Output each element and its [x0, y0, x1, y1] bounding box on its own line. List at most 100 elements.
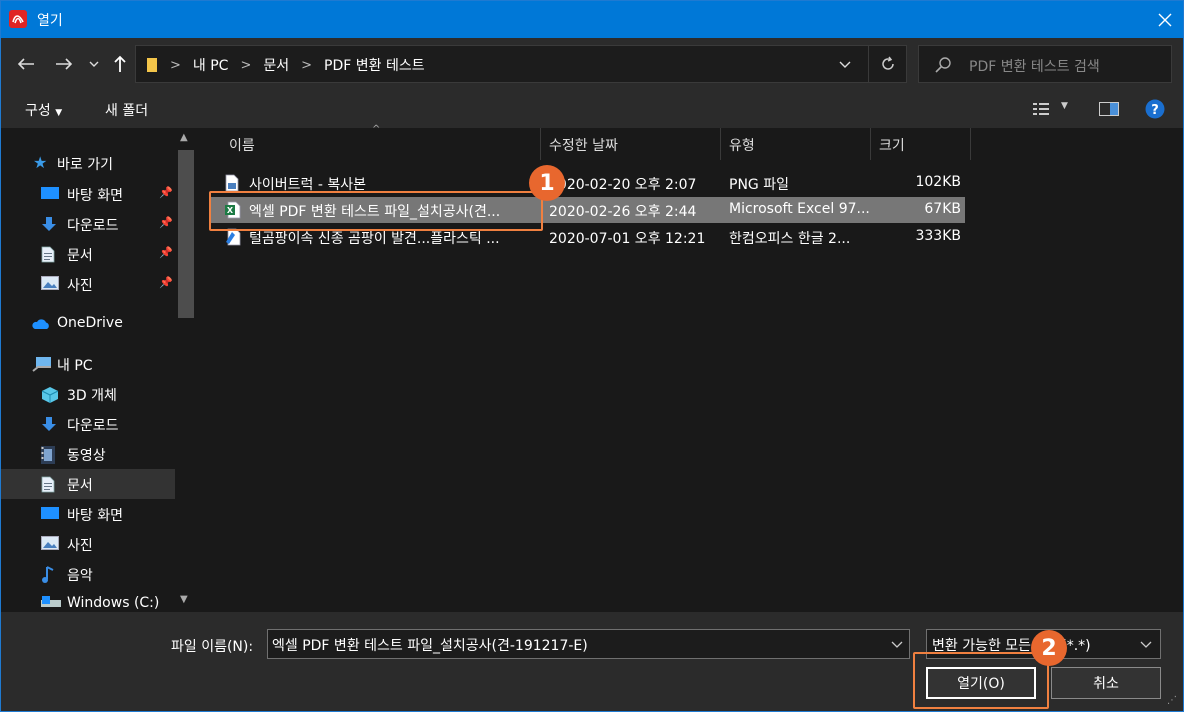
back-button[interactable]: [13, 52, 39, 76]
sidebar-item-document[interactable]: 문서: [1, 469, 175, 499]
sidebar-item-video[interactable]: 동영상: [1, 439, 175, 469]
pin-icon: 📌: [159, 216, 173, 229]
sidebar-item-label: 바로 가기: [57, 157, 113, 173]
breadcrumb-documents[interactable]: 문서: [263, 55, 289, 75]
view-options-button[interactable]: [1033, 102, 1051, 120]
breadcrumb-separator: >: [301, 57, 313, 73]
new-folder-button[interactable]: 새 폴더: [105, 100, 148, 120]
music-icon: [41, 566, 59, 583]
annotation-highlight-file: [209, 191, 543, 231]
preview-pane-button[interactable]: [1099, 102, 1119, 120]
organize-button[interactable]: 구성 ▼: [25, 100, 62, 120]
svg-text:?: ?: [1151, 103, 1159, 118]
filename-value: 엑셀 PDF 변환 테스트 파일_설치공사(견-191217-E): [272, 638, 588, 654]
star-icon: ★: [33, 153, 48, 172]
file-size: 67KB: [924, 201, 961, 217]
sidebar-item-desktop[interactable]: 바탕 화면: [1, 499, 175, 529]
pin-icon: 📌: [159, 246, 173, 259]
arrow-right-icon: [56, 58, 73, 70]
scrollbar-thumb[interactable]: [178, 150, 194, 318]
scroll-up-icon[interactable]: ▲: [180, 132, 188, 143]
details-view-icon: [1033, 103, 1049, 115]
chevron-down-icon[interactable]: [891, 636, 903, 652]
refresh-icon: [881, 56, 894, 70]
desktop-icon: [41, 186, 59, 202]
column-header-type[interactable]: 유형: [721, 128, 871, 160]
up-button[interactable]: [109, 52, 131, 76]
drive-icon: [41, 596, 61, 612]
address-history-button[interactable]: [833, 46, 857, 82]
sidebar-item-label: 다운로드: [67, 418, 119, 434]
column-header-row: ^ 이름 수정한 날짜 유형 크기: [199, 124, 1183, 160]
breadcrumb-current-folder[interactable]: PDF 변환 테스트: [324, 55, 425, 75]
sidebar-item-pictures[interactable]: 사진: [1, 529, 175, 559]
sidebar-item-drive[interactable]: Windows (C:): [1, 589, 175, 612]
breadcrumb-separator: >: [240, 57, 252, 73]
sidebar-item-document[interactable]: 문서 📌: [1, 239, 175, 269]
forward-button[interactable]: [51, 52, 77, 76]
arrow-up-icon: [114, 55, 126, 72]
sidebar-item-onedrive[interactable]: OneDrive: [1, 309, 175, 339]
sidebar-item-music[interactable]: 음악: [1, 559, 175, 589]
sidebar-item-this-pc[interactable]: 내 PC: [1, 349, 175, 379]
search-box[interactable]: PDF 변환 테스트 검색: [918, 45, 1172, 83]
search-placeholder: PDF 변환 테스트 검색: [969, 59, 1100, 75]
cancel-button[interactable]: 취소: [1051, 667, 1161, 699]
chevron-down-icon: [1140, 641, 1152, 648]
sidebar-item-3d-objects[interactable]: 3D 개체: [1, 379, 175, 409]
scroll-down-icon[interactable]: ▼: [180, 594, 188, 605]
sidebar-item-label: 문서: [67, 248, 93, 264]
command-bar: 구성 ▼ 새 폴더 ▼ ?: [1, 90, 1183, 128]
help-icon: ?: [1145, 99, 1165, 119]
sidebar-item-download[interactable]: 다운로드: [1, 409, 175, 439]
3d-objects-icon: [41, 386, 59, 403]
download-icon: [41, 216, 59, 232]
search-icon: [935, 57, 951, 73]
sidebar-item-label: 바탕 화면: [67, 188, 123, 204]
video-icon: [41, 446, 59, 464]
help-button[interactable]: ?: [1145, 99, 1165, 123]
file-type: 한컴오피스 한글 2...: [729, 231, 851, 247]
sidebar-item-label: 동영상: [67, 448, 106, 464]
annotation-badge-2: 2: [1031, 630, 1067, 666]
sidebar-item-download[interactable]: 다운로드 📌: [1, 209, 175, 239]
address-bar[interactable]: > 내 PC > 문서 > PDF 변환 테스트: [135, 45, 907, 83]
sidebar-scrollbar[interactable]: ▲ ▼: [175, 128, 197, 612]
title-bar: 열기: [1, 1, 1183, 38]
navigation-bar: > 내 PC > 문서 > PDF 변환 테스트 PDF 변환 테스트 검색: [1, 38, 1183, 90]
arrow-left-icon: [17, 58, 34, 70]
sidebar-item-label: Windows (C:): [67, 595, 160, 611]
column-header-name[interactable]: 이름: [221, 128, 541, 160]
sidebar-item-pictures[interactable]: 사진 📌: [1, 269, 175, 299]
sidebar-item-label: 바탕 화면: [67, 508, 123, 524]
sidebar-item-label: 음악: [67, 568, 93, 584]
sidebar-item-quick-access[interactable]: ★ 바로 가기: [1, 148, 175, 178]
sidebar-item-label: 다운로드: [67, 218, 119, 234]
png-file-icon: [225, 174, 241, 192]
column-header-size[interactable]: 크기: [871, 128, 971, 160]
annotation-highlight-open: [913, 652, 1049, 709]
filename-label: 파일 이름(N):: [171, 639, 254, 655]
recent-locations-button[interactable]: [85, 52, 103, 76]
close-button[interactable]: [1147, 1, 1183, 38]
file-date: 2020-02-26 오후 2:44: [549, 204, 697, 220]
chevron-down-icon: [839, 61, 851, 68]
document-icon: [41, 246, 59, 263]
annotation-badge-1: 1: [529, 165, 565, 201]
view-dropdown-caret-icon[interactable]: ▼: [1061, 101, 1068, 111]
column-header-date-modified[interactable]: 수정한 날짜: [541, 128, 721, 160]
caret-down-icon: ▼: [55, 108, 63, 118]
sidebar-item-label: OneDrive: [57, 315, 123, 331]
file-size: 102KB: [915, 174, 961, 190]
file-type: PNG 파일: [729, 177, 789, 193]
breadcrumb-this-pc[interactable]: 내 PC: [193, 55, 229, 75]
file-size: 333KB: [915, 228, 961, 244]
file-date: 2020-07-01 오후 12:21: [549, 231, 706, 247]
refresh-button[interactable]: [868, 46, 906, 82]
cloud-icon: [32, 319, 49, 329]
filename-input[interactable]: 엑셀 PDF 변환 테스트 파일_설치공사(견-191217-E): [267, 629, 910, 659]
resize-grip-icon[interactable]: ⋰: [1167, 695, 1177, 706]
file-date: 2020-02-20 오후 2:07: [549, 177, 697, 193]
sidebar-item-desktop[interactable]: 바탕 화면 📌: [1, 179, 175, 209]
pin-icon: 📌: [159, 276, 173, 289]
